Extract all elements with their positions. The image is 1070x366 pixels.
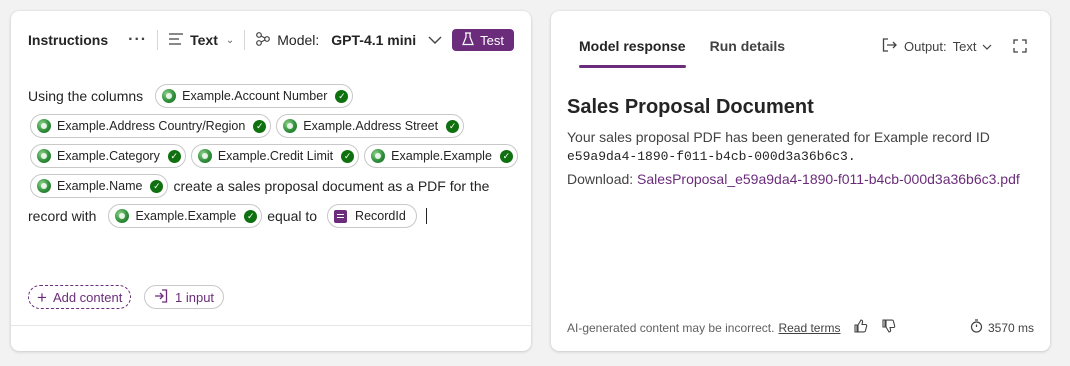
dataverse-icon (37, 149, 51, 163)
check-icon: ✓ (446, 119, 460, 133)
check-icon: ✓ (253, 119, 267, 133)
chip-label: Example.Name (57, 179, 143, 193)
column-chip[interactable]: Example.Example ✓ (364, 144, 518, 168)
output-value: Text (952, 39, 977, 54)
format-dropdown[interactable]: Text ⌄ (168, 32, 234, 49)
column-chip[interactable]: Example.Category ✓ (30, 144, 186, 168)
chevron-down-icon: ⌄ (225, 34, 235, 46)
model-icon (255, 31, 271, 50)
chevron-down-icon (428, 32, 442, 48)
beaker-icon (462, 31, 474, 49)
plus-icon: + (37, 287, 47, 307)
chip-label: Example.Example (391, 149, 492, 163)
record-id: e59a9da4-1890-f011-b4cb-000d3a36b6c3. (567, 149, 856, 164)
column-chip[interactable]: Example.Example ✓ (108, 204, 263, 228)
chip-label: Example.Credit Limit (217, 149, 334, 163)
chip-label: Example.Account Number (182, 89, 328, 103)
prompt-line: Using the columns Example.Account Number… (28, 81, 523, 111)
inputs-label: 1 input (175, 289, 215, 305)
record-input-icon (334, 209, 348, 223)
inputs-button[interactable]: 1 input (144, 285, 225, 309)
check-icon: ✓ (499, 149, 513, 163)
prompt-line: record with Example.Example ✓ equal to R… (28, 201, 523, 231)
model-prefix: Model: (277, 32, 320, 48)
download-link[interactable]: SalesProposal_e59a9da4-1890-f011-b4cb-00… (637, 171, 1020, 187)
prompt-text: equal to (267, 208, 318, 224)
stopwatch-icon (970, 319, 983, 336)
text-format-icon (168, 32, 184, 49)
toolbar-divider (157, 30, 159, 50)
column-chip[interactable]: Example.Credit Limit ✓ (190, 144, 360, 168)
response-panel: Model response Run details Output: Text … (551, 11, 1050, 351)
dataverse-icon (283, 119, 298, 133)
output-icon (882, 38, 898, 55)
test-label: Test (480, 32, 504, 48)
panel-divider (11, 325, 531, 326)
input-chip[interactable]: RecordId (327, 204, 417, 228)
prompt-text: record with (28, 208, 97, 224)
check-icon: ✓ (167, 149, 181, 163)
instructions-title: Instructions (28, 32, 109, 48)
response-text: Your sales proposal PDF has been generat… (567, 129, 990, 145)
response-tabs: Model response Run details (579, 38, 785, 68)
chip-label: Example.Category (57, 149, 160, 163)
feedback-buttons (854, 319, 896, 336)
prompt-editor[interactable]: Using the columns Example.Account Number… (28, 81, 523, 231)
column-chip[interactable]: Example.Account Number ✓ (155, 84, 354, 108)
tab-run-details[interactable]: Run details (710, 38, 785, 54)
text-cursor (425, 208, 427, 224)
column-chip[interactable]: Example.Address Country/Region ✓ (30, 114, 272, 138)
prompt-text: create a sales proposal document as a PD… (173, 178, 490, 194)
more-options-button[interactable]: ··· (128, 31, 147, 49)
elapsed-value: 3570 ms (987, 320, 1034, 335)
thumbs-down-icon[interactable] (882, 319, 896, 336)
prompt-line: Example.Name ✓ create a sales proposal d… (28, 171, 523, 201)
instructions-toolbar: Instructions ··· Text ⌄ Model: GPT-4.1 m… (11, 11, 531, 69)
output-label: Output: (904, 39, 947, 54)
dataverse-icon (115, 209, 130, 223)
chip-label: RecordId (355, 209, 406, 223)
dataverse-icon (37, 119, 51, 133)
chip-label: Example.Example (135, 209, 237, 223)
read-terms-link[interactable]: Read terms (778, 321, 840, 335)
test-button[interactable]: Test (452, 29, 514, 51)
output-format-dropdown[interactable]: Output: Text (882, 38, 992, 55)
chevron-down-icon (982, 39, 992, 54)
chip-label: Example.Address Street (303, 119, 439, 133)
add-content-label: Add content (52, 289, 123, 305)
ai-disclaimer: AI-generated content may be incorrect. (567, 320, 775, 335)
check-icon: ✓ (335, 89, 349, 103)
thumbs-up-icon[interactable] (854, 319, 868, 336)
prompt-line: Example.Category ✓ Example.Credit Limit … (28, 141, 523, 171)
dataverse-icon (197, 149, 212, 163)
model-selector[interactable]: Model: GPT-4.1 mini (255, 31, 442, 50)
prompt-line: Example.Address Country/Region ✓ Example… (28, 111, 523, 141)
tab-model-response[interactable]: Model response (579, 38, 686, 68)
chip-label: Example.Address Country/Region (57, 119, 246, 133)
input-arrow-icon (154, 288, 168, 306)
check-icon: ✓ (150, 179, 164, 193)
dataverse-icon (162, 89, 177, 103)
response-footer: AI-generated content may be incorrect. R… (567, 319, 1034, 336)
dataverse-icon (371, 149, 386, 163)
response-body: Your sales proposal PDF has been generat… (567, 127, 1037, 167)
expand-icon[interactable] (1013, 39, 1027, 58)
dataverse-icon (37, 179, 51, 193)
download-line: Download: SalesProposal_e59a9da4-1890-f0… (567, 171, 1020, 187)
column-chip[interactable]: Example.Name ✓ (30, 174, 169, 198)
response-title: Sales Proposal Document (567, 96, 814, 118)
instructions-panel: Instructions ··· Text ⌄ Model: GPT-4.1 m… (11, 11, 531, 351)
check-icon: ✓ (341, 149, 355, 163)
check-icon: ✓ (244, 209, 258, 223)
elapsed-time: 3570 ms (970, 319, 1034, 336)
prompt-text: Using the columns (28, 88, 144, 104)
model-name: GPT-4.1 mini (331, 32, 417, 48)
download-label: Download: (567, 171, 634, 187)
column-chip[interactable]: Example.Address Street ✓ (276, 114, 465, 138)
toolbar-divider (244, 30, 246, 50)
format-label: Text (190, 32, 218, 48)
add-content-button[interactable]: + Add content (28, 285, 132, 309)
